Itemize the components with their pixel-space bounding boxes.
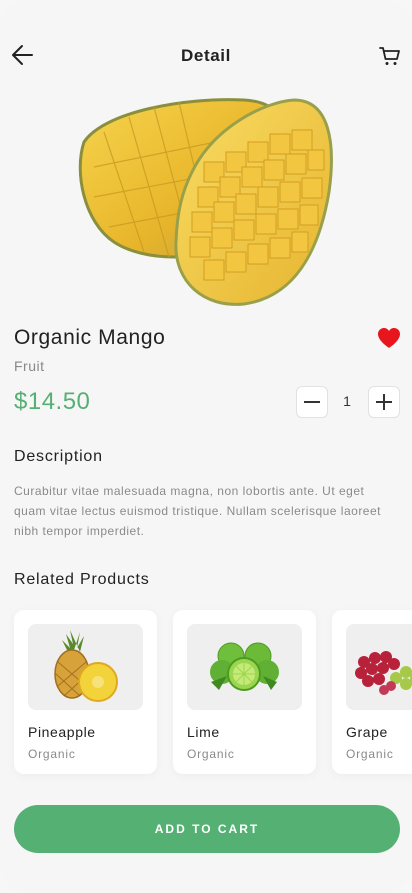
pineapple-image <box>54 630 118 702</box>
related-product-name: Grape <box>346 724 388 740</box>
related-product-subtitle: Organic <box>346 747 394 761</box>
cart-button[interactable] <box>378 44 402 68</box>
description-heading: Description <box>14 448 103 465</box>
related-product-subtitle: Organic <box>187 747 235 761</box>
related-product-image <box>187 624 302 710</box>
page-title: Detail <box>181 46 231 65</box>
product-image <box>78 98 333 306</box>
related-product-name: Lime <box>187 724 220 740</box>
grape-image <box>355 651 412 695</box>
quantity-value: 1 <box>343 393 351 409</box>
product-detail-screen: Detail Organic Mango Fruit $14.50 1 Desc… <box>0 0 412 893</box>
lime-image <box>210 642 279 691</box>
heart-icon <box>378 328 400 348</box>
favorite-button[interactable] <box>376 326 402 350</box>
top-bar: Detail <box>0 36 412 76</box>
related-products-heading: Related Products <box>14 571 150 588</box>
product-price: $14.50 <box>14 388 91 415</box>
related-product-card[interactable]: Pineapple Organic <box>14 610 157 774</box>
related-product-card[interactable]: Lime Organic <box>173 610 316 774</box>
related-product-subtitle: Organic <box>28 747 76 761</box>
related-product-name: Pineapple <box>28 724 96 740</box>
increase-quantity-button[interactable] <box>368 386 400 418</box>
decrease-quantity-button[interactable] <box>296 386 328 418</box>
related-product-image <box>346 624 412 710</box>
product-category: Fruit <box>14 358 45 374</box>
product-name: Organic Mango <box>14 326 166 349</box>
cart-icon <box>379 47 400 65</box>
add-to-cart-button[interactable]: ADD TO CART <box>14 805 400 853</box>
related-product-image <box>28 624 143 710</box>
description-text: Curabitur vitae malesuada magna, non lob… <box>14 484 381 538</box>
related-product-card[interactable]: Grape Organic <box>332 610 412 774</box>
